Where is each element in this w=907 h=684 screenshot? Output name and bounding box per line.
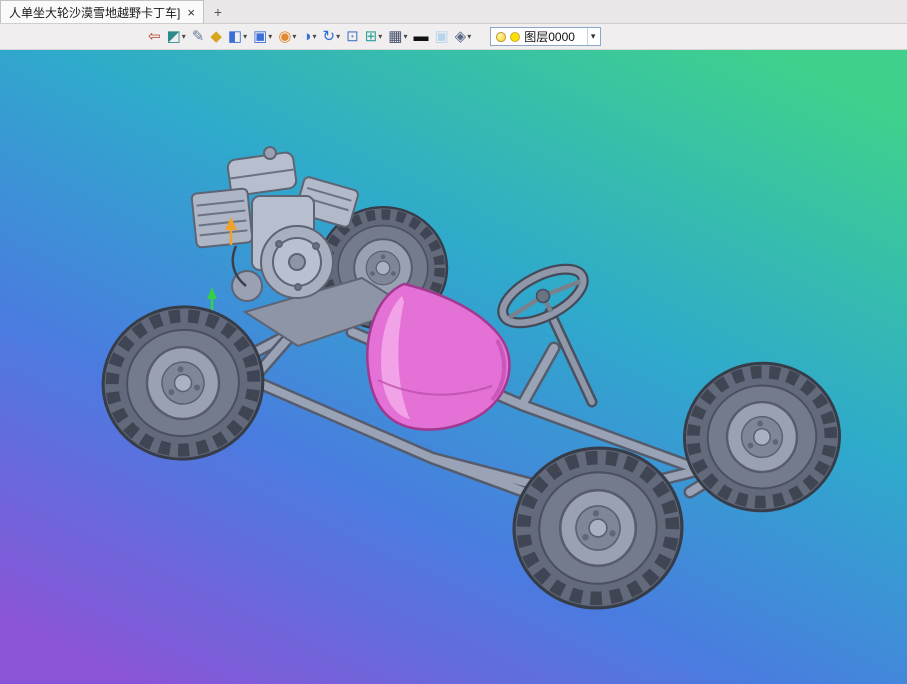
line-width-icon: ▬: [413, 28, 429, 45]
chevron-down-icon[interactable]: ▾: [403, 32, 407, 41]
bolt: [312, 242, 320, 250]
bolt: [275, 240, 283, 248]
layer-dropdown[interactable]: 图层0000 ▾: [490, 27, 602, 46]
shaded-display-button[interactable]: ◧ ▾: [225, 26, 250, 48]
wireframe-display-button[interactable]: ▣ ▾: [250, 26, 275, 48]
3d-viewport[interactable]: [0, 50, 907, 684]
chevron-down-icon[interactable]: ▾: [586, 28, 599, 45]
bolt: [294, 283, 302, 291]
cylinder-fins: [190, 187, 254, 249]
material-sphere-icon: ◉: [278, 28, 292, 45]
chevron-down-icon[interactable]: ▾: [292, 32, 296, 41]
layer-display-icon: ◈: [454, 28, 467, 45]
camera-view-button[interactable]: ◩ ▾: [164, 26, 189, 48]
display-mode-icon: ◑: [302, 28, 312, 45]
background-color-button[interactable]: ▣: [431, 26, 451, 48]
lightbulb-icon[interactable]: [496, 31, 507, 42]
tab-title: 人单坐大轮沙漠雪地越野卡丁车]: [9, 5, 181, 20]
viewport-button[interactable]: ⊡: [343, 26, 362, 48]
layer-name: 图层0000: [524, 30, 575, 44]
layer-color-swatch: [510, 31, 521, 42]
chevron-down-icon[interactable]: ▾: [312, 32, 316, 41]
screen-display-icon: ▦: [388, 28, 403, 45]
chevron-down-icon[interactable]: ▾: [336, 32, 340, 41]
line-width-button[interactable]: ▬: [410, 26, 431, 48]
chevron-down-icon[interactable]: ▾: [378, 32, 382, 41]
rotate-view-icon: ↻: [322, 28, 336, 45]
view-back-icon: ⇦: [148, 28, 161, 45]
layer-display-button[interactable]: ◈ ▾: [452, 26, 475, 48]
view-back-button[interactable]: ⇦: [145, 26, 164, 48]
shaded-display-icon: ◧: [227, 28, 243, 45]
viewport-box-icon: ⊡: [346, 28, 359, 45]
background-color-icon: ▣: [434, 28, 449, 45]
chevron-down-icon[interactable]: ▾: [182, 32, 186, 41]
render-tool-button[interactable]: ◆: [207, 26, 225, 48]
document-tab[interactable]: 人单坐大轮沙漠雪地越野卡丁车] ×: [0, 0, 204, 23]
wireframe-display-icon: ▣: [253, 28, 268, 45]
camera-view-icon: ◩: [166, 28, 181, 45]
3d-scene: [0, 50, 907, 684]
starter-hub: [288, 253, 306, 271]
color-picker-button[interactable]: ✎: [189, 26, 208, 48]
material-sphere-button[interactable]: ◉ ▾: [275, 26, 299, 48]
chevron-down-icon[interactable]: ▾: [467, 32, 471, 41]
new-tab-button[interactable]: +: [204, 0, 232, 23]
main-toolbar: ⇦ ◩ ▾ ✎ ◆ ◧ ▾ ▣ ▾ ◉ ▾ ◑ ▾ ↻ ▾ ⊡ ⊞ ▾ ▦ ▾ ▬ ▣ ◈ ▾ 图…: [0, 24, 907, 50]
display-mode-button[interactable]: ◑ ▾: [299, 26, 319, 48]
render-tool-icon: ◆: [210, 28, 222, 45]
chevron-down-icon[interactable]: ▾: [268, 32, 272, 41]
app-window: 人单坐大轮沙漠雪地越野卡丁车] × + ⇦ ◩ ▾ ✎ ◆ ◧ ▾ ▣ ▾ ◉ ▾ ◑ ▾…: [0, 0, 907, 684]
grid-button[interactable]: ⊞ ▾: [362, 26, 386, 48]
chevron-down-icon[interactable]: ▾: [243, 32, 247, 41]
fuel-cap: [263, 146, 277, 160]
screen-display-button[interactable]: ▦ ▾: [385, 26, 410, 48]
rotate-view-button[interactable]: ↻ ▾: [320, 26, 344, 48]
tab-bar: 人单坐大轮沙漠雪地越野卡丁车] × +: [0, 0, 907, 24]
close-icon[interactable]: ×: [187, 6, 195, 19]
color-picker-icon: ✎: [191, 28, 205, 45]
grid-icon: ⊞: [364, 28, 378, 45]
